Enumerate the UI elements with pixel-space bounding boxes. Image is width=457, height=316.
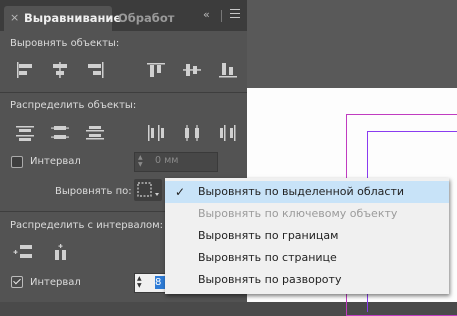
distribute-left-edges-icon[interactable] (145, 124, 167, 142)
distribute-horizontal-centers-icon[interactable] (181, 124, 203, 142)
align-bottom-edges-icon[interactable] (217, 61, 239, 79)
align-to-label: Выровнять по: (55, 186, 132, 197)
distribute-vertical-centers-icon[interactable] (49, 124, 71, 142)
spacing-interval-field[interactable]: ▲ ▼ 8 (134, 273, 166, 293)
stepper-arrows-icon[interactable]: ▲ ▼ (138, 154, 146, 168)
align-to-dropdown-menu: ✓ Выровнять по выделенной области Выровн… (165, 178, 449, 294)
dropdown-option-page[interactable]: Выровнять по странице (165, 247, 449, 269)
distribute-right-edges-icon[interactable] (217, 124, 239, 142)
distribute-horizontal-spacing-icon[interactable] (49, 243, 71, 261)
spacing-interval-value[interactable]: 8 (155, 276, 165, 289)
distribute-interval-value: 0 мм (155, 155, 179, 166)
panel-menu-icon[interactable] (230, 9, 240, 21)
checkmark-icon: ✓ (175, 185, 186, 199)
collapse-panel-icon[interactable]: ‹‹ (203, 8, 210, 21)
dropdown-option-label: Выровнять по выделенной области (198, 185, 405, 198)
tab-align-label: Выравнивание (24, 11, 122, 25)
tab-bar-separator (221, 10, 222, 22)
dropdown-option-spread[interactable]: Выровнять по развороту (165, 269, 449, 291)
align-to-selection-icon (137, 182, 159, 197)
align-horizontal-centers-icon[interactable] (49, 61, 71, 79)
distribute-objects-label: Распределить объекты: (10, 100, 137, 111)
spacing-interval-label: Интервал (30, 277, 81, 288)
dropdown-option-label: Выровнять по странице (198, 251, 337, 264)
distribute-interval-label: Интервал (30, 156, 81, 167)
align-objects-label: Выровнять объекты: (10, 38, 120, 49)
distribute-interval-checkbox[interactable] (11, 156, 23, 168)
dropdown-option-label: Выровнять по развороту (198, 273, 342, 286)
stepper-arrows-icon[interactable]: ▲ ▼ (137, 275, 142, 289)
tab-pathfinder-label: Обработ (118, 11, 175, 25)
distribute-vertical-spacing-icon[interactable] (12, 243, 34, 261)
align-vertical-centers-icon[interactable] (181, 61, 203, 79)
dropdown-option-label: Выровнять по ключевому объекту (198, 207, 398, 220)
tab-align[interactable]: × Выравнивание (4, 6, 121, 31)
spacing-interval-checkbox[interactable] (11, 276, 23, 288)
align-top-edges-icon[interactable] (145, 61, 167, 79)
distribute-bottom-edges-icon[interactable] (84, 124, 106, 142)
dropdown-option-selection[interactable]: ✓ Выровнять по выделенной области (165, 181, 449, 203)
align-to-dropdown-button[interactable] (134, 179, 162, 201)
distribute-interval-field[interactable]: ▲ ▼ 0 мм (134, 152, 218, 172)
panel-tab-bar: × Выравнивание Обработ ‹‹ (0, 0, 247, 31)
align-right-edges-icon[interactable] (84, 61, 106, 79)
dropdown-option-margins[interactable]: Выровнять по границам (165, 225, 449, 247)
section-divider (0, 92, 247, 93)
dropdown-option-key-object: Выровнять по ключевому объекту (165, 203, 449, 225)
tab-pathfinder[interactable]: Обработ (118, 6, 184, 31)
distribute-top-edges-icon[interactable] (14, 124, 36, 142)
dropdown-option-label: Выровнять по границам (198, 229, 339, 242)
distribute-spacing-label: Распределить с интервалом: (10, 220, 164, 231)
align-left-edges-icon[interactable] (14, 61, 36, 79)
tab-close-icon[interactable]: × (10, 6, 19, 30)
